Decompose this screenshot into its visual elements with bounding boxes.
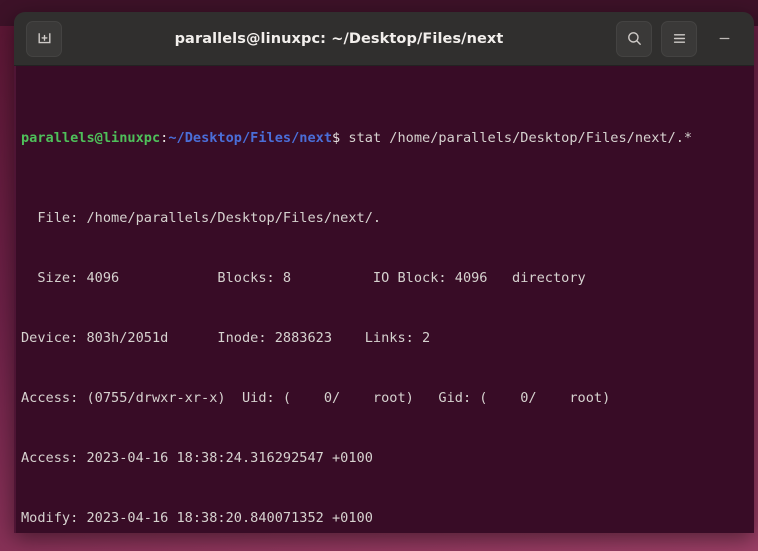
stat-modify-time-line: Modify: 2023-04-16 18:38:20.840071352 +0… xyxy=(21,510,373,526)
stat-file-line: File: /home/parallels/Desktop/Files/next… xyxy=(21,210,382,226)
hamburger-menu-icon xyxy=(673,34,685,43)
window-title: parallels@linuxpc: ~/Desktop/Files/next xyxy=(174,30,504,47)
terminal-output[interactable]: parallels@linuxpc:~/Desktop/Files/next$ … xyxy=(16,68,754,533)
prompt-sigil: $ xyxy=(332,130,341,146)
command-prompt-line: parallels@linuxpc:~/Desktop/Files/next$ … xyxy=(21,128,750,148)
minimize-button[interactable] xyxy=(706,21,742,57)
stat-access-mode-line: Access: (0755/drwxr-xr-x) Uid: ( 0/ root… xyxy=(21,390,611,406)
new-tab-button[interactable] xyxy=(26,20,62,57)
stat-size-line: Size: 4096 Blocks: 8 IO Block: 4096 dire… xyxy=(21,270,586,286)
search-button[interactable] xyxy=(616,20,652,57)
terminal-body[interactable]: parallels@linuxpc:~/Desktop/Files/next$ … xyxy=(14,66,754,533)
terminal-window: parallels@linuxpc: ~/Desktop/Files/next xyxy=(14,12,754,533)
window-controls xyxy=(616,20,742,57)
window-titlebar[interactable]: parallels@linuxpc: ~/Desktop/Files/next xyxy=(14,12,754,66)
new-tab-icon xyxy=(38,33,50,44)
menu-button[interactable] xyxy=(661,20,697,57)
prompt-path: ~/Desktop/Files/next xyxy=(168,130,333,146)
stat-device-line: Device: 803h/2051d Inode: 2883623 Links:… xyxy=(21,330,431,346)
search-icon xyxy=(627,32,641,45)
command-text: stat /home/parallels/Desktop/Files/next/… xyxy=(340,130,693,146)
minimize-icon xyxy=(719,37,729,40)
prompt-user-host: parallels@linuxpc xyxy=(21,130,161,146)
stat-access-time-line: Access: 2023-04-16 18:38:24.316292547 +0… xyxy=(21,450,373,466)
